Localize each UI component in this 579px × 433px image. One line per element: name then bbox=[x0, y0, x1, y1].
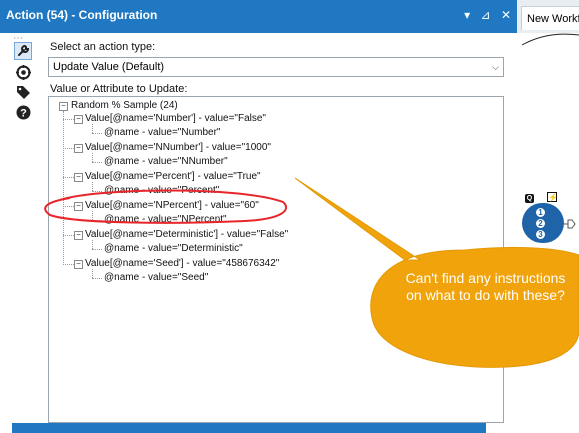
highlight-ellipse bbox=[44, 189, 288, 224]
annotation-overlay bbox=[44, 177, 579, 368]
callout-text: Can't find any instructions on what to d… bbox=[405, 270, 566, 303]
